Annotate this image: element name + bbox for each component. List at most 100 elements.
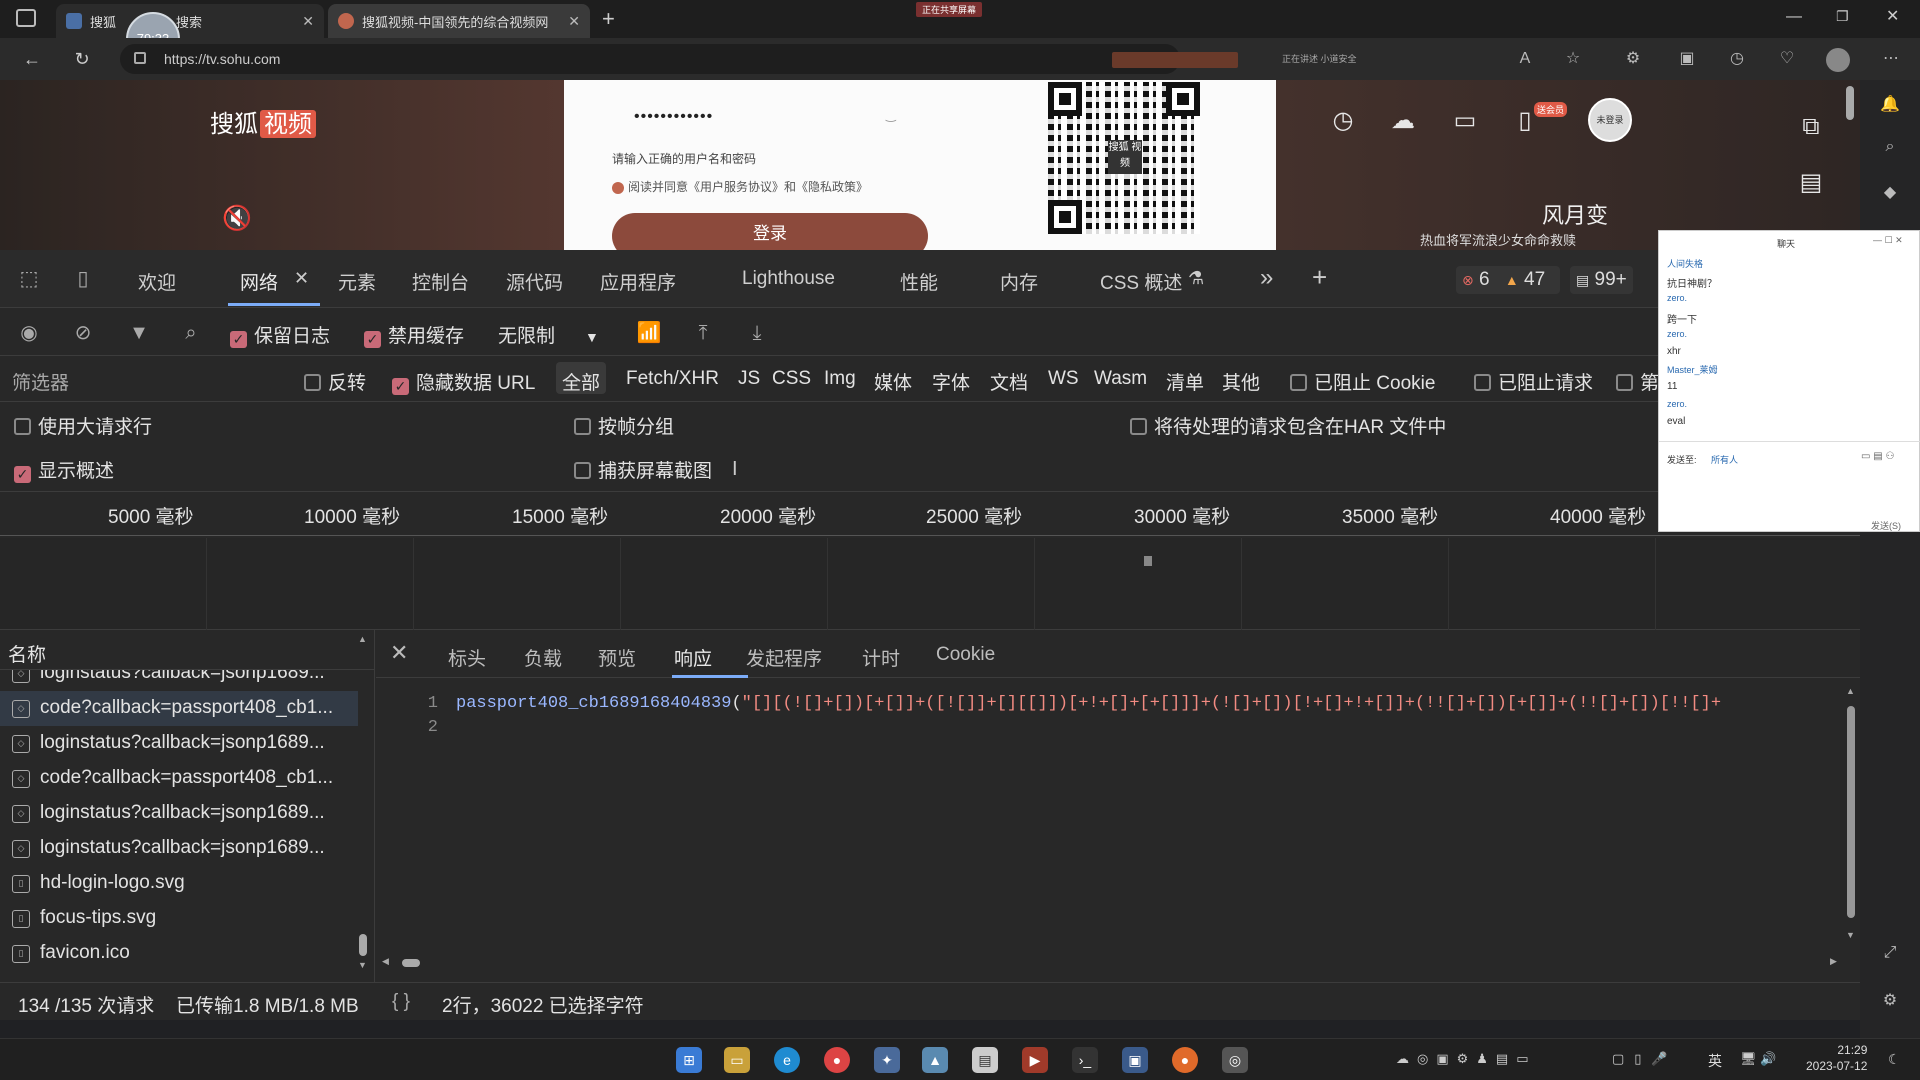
more-tabs-icon[interactable]: »: [1260, 264, 1273, 292]
request-row[interactable]: ▯ favicon.ico: [0, 936, 358, 971]
restore-icon[interactable]: ❐: [1836, 8, 1849, 25]
close-detail-icon[interactable]: ✕: [390, 640, 408, 666]
search-icon[interactable]: ⌕: [1878, 138, 1902, 162]
scroll-up-arrow-icon[interactable]: ▲: [1846, 686, 1855, 696]
show-overview-checkbox[interactable]: 显示概述: [14, 456, 114, 483]
photos-icon[interactable]: ▲: [922, 1047, 948, 1073]
tab-network[interactable]: 网络: [240, 268, 278, 295]
feedback-icon[interactable]: ⧉: [1794, 110, 1828, 144]
tab-sources[interactable]: 源代码: [506, 268, 563, 295]
scroll-left-arrow-icon[interactable]: ◀: [382, 956, 389, 967]
profile-avatar[interactable]: [1826, 48, 1850, 72]
type-filter-font[interactable]: 字体: [932, 368, 970, 395]
clear-icon[interactable]: ⊘: [70, 320, 96, 346]
tab-performance[interactable]: 性能: [900, 268, 938, 295]
filter-icon[interactable]: ▼: [126, 320, 152, 346]
extensions-icon[interactable]: ⚙: [1622, 48, 1644, 70]
chat-send-button[interactable]: 发送(S): [1871, 519, 1901, 532]
read-aloud-icon[interactable]: A: [1514, 48, 1536, 70]
hide-data-url-checkbox[interactable]: 隐藏数据 URL: [392, 368, 535, 395]
pretty-print-button[interactable]: { }: [392, 991, 410, 1013]
url-input[interactable]: https://tv.sohu.com: [120, 44, 1180, 74]
tab-css-overview[interactable]: CSS 概述: [1100, 268, 1182, 295]
history-icon[interactable]: ◷: [1726, 48, 1748, 70]
tab-actions-icon[interactable]: [16, 9, 36, 27]
recorder-icon[interactable]: ◎: [1222, 1047, 1248, 1073]
taskbar-clock[interactable]: 21:29 2023-07-12: [1806, 1042, 1867, 1074]
har-pending-checkbox[interactable]: 将待处理的请求包含在HAR 文件中: [1130, 412, 1446, 439]
request-list-scrollbar[interactable]: ▲ ▼: [358, 634, 368, 974]
record-icon[interactable]: ◉: [16, 320, 42, 346]
disable-cache-checkbox[interactable]: 禁用缓存: [364, 321, 464, 348]
browser-tab-1[interactable]: 搜狐 搜索 ✕: [56, 4, 324, 38]
scroll-thumb[interactable]: [359, 934, 367, 956]
notepad-icon[interactable]: ▤: [972, 1047, 998, 1073]
tab-cookies[interactable]: Cookie: [936, 644, 995, 666]
filter-input[interactable]: 筛选器: [12, 368, 69, 395]
errors-badge[interactable]: ⊗ 6 ▲ 47: [1456, 266, 1560, 294]
show-password-icon[interactable]: ‿: [886, 108, 896, 122]
request-row[interactable]: ◇ code?callback=passport408_cb1...: [0, 761, 358, 796]
type-filter-img[interactable]: Img: [824, 368, 856, 390]
close-tab-icon[interactable]: ✕: [302, 13, 314, 30]
ime-indicator[interactable]: 英: [1708, 1051, 1722, 1071]
add-tab-icon[interactable]: +: [1312, 262, 1327, 293]
preserve-log-checkbox[interactable]: 保留日志: [230, 321, 330, 348]
response-horizontal-scrollbar[interactable]: ◀ ▶: [382, 956, 1842, 968]
history-clock-icon[interactable]: ◷: [1326, 104, 1360, 138]
scroll-thumb[interactable]: [1847, 706, 1855, 918]
more-menu-icon[interactable]: ⋯: [1880, 48, 1902, 70]
tab-preview[interactable]: 预览: [598, 644, 636, 671]
login-button[interactable]: 登录: [612, 213, 928, 250]
upload-icon[interactable]: ☁: [1386, 104, 1420, 138]
search-icon[interactable]: ⌕: [178, 320, 204, 346]
blocked-cookies-checkbox[interactable]: 已阻止 Cookie: [1290, 368, 1435, 395]
tag-icon[interactable]: ◆: [1878, 182, 1902, 206]
media-app-icon[interactable]: ▶: [1022, 1047, 1048, 1073]
network-conditions-icon[interactable]: 📶: [636, 320, 662, 346]
tab-application[interactable]: 应用程序: [600, 268, 676, 295]
device-toolbar-icon[interactable]: ▯: [70, 266, 96, 292]
terminal-icon[interactable]: ›_: [1072, 1047, 1098, 1073]
agreement-checkbox[interactable]: 阅读并同意《用户服务协议》和《隐私政策》: [612, 178, 868, 195]
scroll-down-arrow-icon[interactable]: ▼: [1846, 930, 1855, 940]
favorite-star-icon[interactable]: ☆: [1562, 48, 1584, 70]
request-row[interactable]: ◇ loginstatus?callback=jsonp1689...: [0, 831, 358, 866]
type-filter-js[interactable]: JS: [738, 368, 760, 390]
edge-browser-icon[interactable]: e: [774, 1047, 800, 1073]
minimize-icon[interactable]: —: [1786, 8, 1802, 26]
tab-console[interactable]: 控制台: [412, 268, 469, 295]
chrome-icon[interactable]: ●: [824, 1047, 850, 1073]
password-field[interactable]: ••••••••••••: [634, 108, 713, 126]
user-avatar[interactable]: 未登录: [1588, 98, 1632, 142]
close-network-tab-icon[interactable]: ✕: [294, 268, 309, 289]
type-filter-wasm[interactable]: Wasm: [1094, 368, 1147, 390]
tv-icon[interactable]: ▭: [1448, 104, 1482, 138]
tab-payload[interactable]: 负载: [524, 644, 562, 671]
tab-lighthouse[interactable]: Lighthouse: [742, 268, 835, 290]
tab-welcome[interactable]: 欢迎: [138, 268, 176, 295]
third-party-checkbox[interactable]: 第: [1616, 368, 1659, 395]
close-tab-icon[interactable]: ✕: [568, 13, 580, 30]
type-filter-fetch-xhr[interactable]: Fetch/XHR: [626, 368, 719, 390]
bell-icon[interactable]: 🔔: [1878, 94, 1902, 118]
back-icon[interactable]: ←: [20, 47, 44, 71]
type-filter-ws[interactable]: WS: [1048, 368, 1079, 390]
tab-response[interactable]: 响应: [674, 644, 712, 671]
type-filter-all[interactable]: 全部: [562, 368, 600, 395]
system-tray-icons[interactable]: ☁◎▣⚙♟▤▭: [1396, 1051, 1537, 1067]
request-row[interactable]: ◇ loginstatus?callback=jsonp1689...: [0, 670, 358, 691]
type-filter-doc[interactable]: 文档: [990, 368, 1028, 395]
name-column-header[interactable]: 名称: [0, 630, 375, 670]
scroll-right-arrow-icon[interactable]: ▶: [1830, 956, 1837, 967]
volume-icon[interactable]: 🖥 🔊: [1740, 1051, 1776, 1067]
send-to-select[interactable]: 所有人: [1711, 453, 1738, 466]
type-filter-other[interactable]: 其他: [1222, 368, 1260, 395]
request-row-selected[interactable]: ◇ code?callback=passport408_cb1...: [0, 691, 358, 726]
sohu-video-logo[interactable]: 搜狐 视频: [210, 104, 316, 139]
sidebar-expand-icon[interactable]: ⤢: [1878, 944, 1902, 968]
tab-timing[interactable]: 计时: [862, 644, 900, 671]
request-row[interactable]: ◇ loginstatus?callback=jsonp1689...: [0, 726, 358, 761]
scroll-thumb[interactable]: [402, 959, 420, 967]
messages-badge[interactable]: ▤ 99+: [1570, 266, 1633, 294]
